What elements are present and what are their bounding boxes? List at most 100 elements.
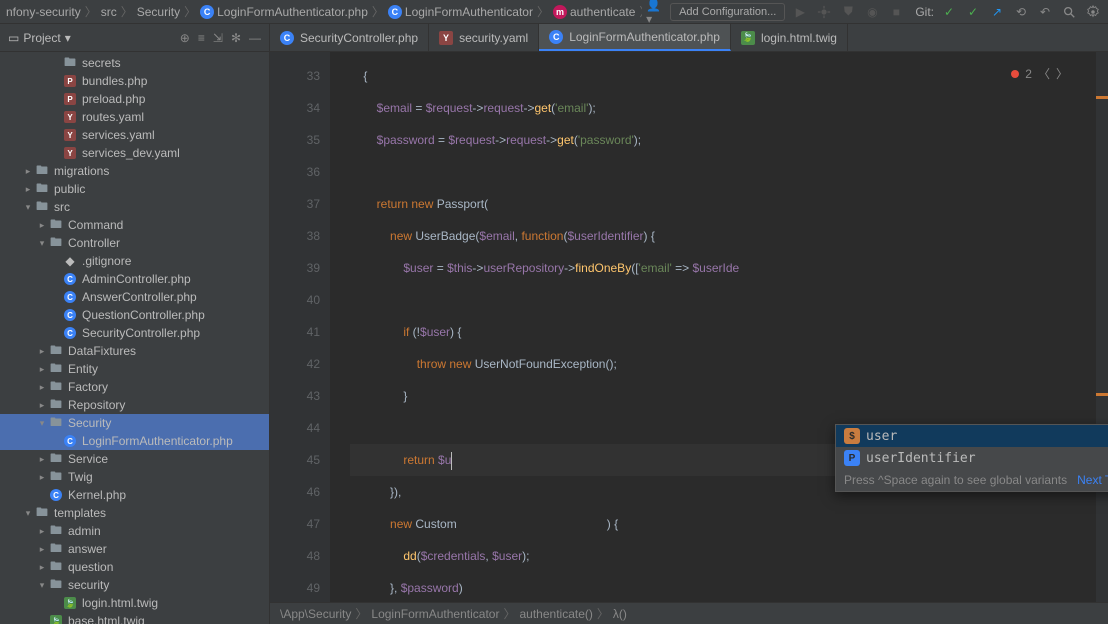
- tree-item[interactable]: ▸🖿Service: [0, 450, 269, 468]
- completion-name: user: [866, 429, 897, 444]
- tree-label: secrets: [82, 56, 121, 70]
- tree-item[interactable]: Ppreload.php: [0, 90, 269, 108]
- tree-item[interactable]: ▸🖿question: [0, 558, 269, 576]
- editor-tab[interactable]: Ysecurity.yaml: [429, 24, 539, 51]
- tree-item[interactable]: CQuestionController.php: [0, 306, 269, 324]
- line-number: 46: [270, 476, 320, 508]
- tree-item[interactable]: CKernel.php: [0, 486, 269, 504]
- sidebar-title[interactable]: ▭ Project ▾: [8, 31, 71, 45]
- settings-icon[interactable]: ✻: [231, 31, 241, 45]
- chevron-icon: ▸: [36, 454, 48, 465]
- project-tree[interactable]: 🖿secretsPbundles.phpPpreload.phpYroutes.…: [0, 52, 269, 624]
- tree-item[interactable]: ▸🖿answer: [0, 540, 269, 558]
- tree-item[interactable]: CLoginFormAuthenticator.php: [0, 432, 269, 450]
- twig-icon: 🍃: [50, 615, 62, 624]
- tree-item[interactable]: ▾🖿src: [0, 198, 269, 216]
- tree-label: LoginFormAuthenticator.php: [82, 434, 233, 448]
- user-icon[interactable]: 👤▾: [646, 3, 664, 21]
- tree-item[interactable]: ▸🖿admin: [0, 522, 269, 540]
- crumb[interactable]: Security: [137, 5, 180, 19]
- tree-item[interactable]: Yservices.yaml: [0, 126, 269, 144]
- tree-item[interactable]: 🖿secrets: [0, 54, 269, 72]
- tree-item[interactable]: 🍃base.html.twig: [0, 612, 269, 624]
- folder-icon: 🖿: [48, 236, 64, 250]
- crumb[interactable]: LoginFormAuthenticator: [371, 607, 499, 621]
- profiler-icon[interactable]: ◉: [863, 3, 881, 21]
- crumb[interactable]: CLoginFormAuthenticator.php: [200, 5, 368, 19]
- update-icon[interactable]: ↗: [988, 3, 1006, 21]
- tree-label: question: [68, 560, 113, 574]
- tree-item[interactable]: CSecurityController.php: [0, 324, 269, 342]
- crumb[interactable]: λ(): [613, 607, 627, 621]
- tree-item[interactable]: Yroutes.yaml: [0, 108, 269, 126]
- php-file-icon: P: [64, 93, 76, 105]
- editor-tab[interactable]: CSecurityController.php: [270, 24, 429, 51]
- line-number: 35: [270, 124, 320, 156]
- code-completion-popup[interactable]: $userApp\Entity\User|nullPuserIdentifier…: [835, 424, 1108, 492]
- class-icon: C: [388, 5, 402, 19]
- prev-error-icon[interactable]: 〈: [1038, 58, 1050, 90]
- collapse-icon[interactable]: ⇲: [213, 31, 223, 45]
- php-class-icon: C: [64, 309, 76, 321]
- next-error-icon[interactable]: 〉: [1056, 58, 1068, 90]
- tree-item[interactable]: ◆.gitignore: [0, 252, 269, 270]
- php-class-icon: C: [50, 489, 62, 501]
- tree-label: templates: [54, 506, 106, 520]
- run-icon[interactable]: ▶: [791, 3, 809, 21]
- search-icon[interactable]: [1060, 3, 1078, 21]
- git-label: Git:: [915, 5, 934, 19]
- tree-item[interactable]: ▸🖿migrations: [0, 162, 269, 180]
- tree-item[interactable]: ▾🖿security: [0, 576, 269, 594]
- tree-item[interactable]: ▸🖿Twig: [0, 468, 269, 486]
- tree-item[interactable]: ▸🖿public: [0, 180, 269, 198]
- run-config-button[interactable]: Add Configuration...: [670, 3, 785, 21]
- coverage-icon[interactable]: ⛊: [839, 3, 857, 21]
- completion-item[interactable]: PuserIdentifier: [836, 447, 1108, 469]
- code-content[interactable]: { $email = $request->request->get('email…: [330, 52, 1108, 602]
- push-icon[interactable]: ✓: [964, 3, 982, 21]
- tree-item[interactable]: CAnswerController.php: [0, 288, 269, 306]
- tree-label: Command: [68, 218, 123, 232]
- revert-icon[interactable]: ↶: [1036, 3, 1054, 21]
- php-class-icon: C: [64, 273, 76, 285]
- crumb[interactable]: src: [101, 5, 117, 19]
- tree-item[interactable]: ▸🖿Repository: [0, 396, 269, 414]
- debug-icon[interactable]: [815, 3, 833, 21]
- hide-icon[interactable]: —: [249, 31, 261, 45]
- chevron-icon: ▾: [22, 508, 34, 519]
- crumb[interactable]: authenticate(): [519, 607, 592, 621]
- crumb[interactable]: \App\Security: [280, 607, 351, 621]
- stop-icon[interactable]: ■: [887, 3, 905, 21]
- tree-item[interactable]: ▸🖿Factory: [0, 378, 269, 396]
- completion-item[interactable]: $userApp\Entity\User|null: [836, 425, 1108, 447]
- chevron-icon: ▸: [36, 220, 48, 231]
- error-indicator[interactable]: 2 〈 〉: [1011, 58, 1068, 90]
- tree-item[interactable]: CAdminController.php: [0, 270, 269, 288]
- crumb[interactable]: nfony-security: [6, 5, 81, 19]
- tree-item[interactable]: ▸🖿Command: [0, 216, 269, 234]
- tab-label: SecurityController.php: [300, 31, 418, 45]
- tree-item[interactable]: 🍃login.html.twig: [0, 594, 269, 612]
- crumb[interactable]: mauthenticate: [553, 5, 635, 19]
- completion-hint: Press ^Space again to see global variant…: [836, 469, 1108, 491]
- tree-item[interactable]: ▸🖿DataFixtures: [0, 342, 269, 360]
- tree-item[interactable]: ▾🖿Controller: [0, 234, 269, 252]
- editor-tab[interactable]: 🍃login.html.twig: [731, 24, 848, 51]
- settings-icon[interactable]: [1084, 3, 1102, 21]
- target-icon[interactable]: ⊕: [180, 31, 190, 45]
- yaml-icon: Y: [64, 111, 76, 123]
- expand-icon[interactable]: ≡: [198, 31, 205, 45]
- tree-item[interactable]: ▾🖿Security: [0, 414, 269, 432]
- editor-tab[interactable]: CLoginFormAuthenticator.php: [539, 24, 731, 51]
- next-tip-link[interactable]: Next Tip: [1077, 473, 1108, 487]
- line-number: 49: [270, 572, 320, 602]
- minimap[interactable]: [1096, 52, 1108, 602]
- crumb[interactable]: CLoginFormAuthenticator: [388, 5, 533, 19]
- history-icon[interactable]: ⟲: [1012, 3, 1030, 21]
- tree-item[interactable]: Yservices_dev.yaml: [0, 144, 269, 162]
- commit-icon[interactable]: ✓: [940, 3, 958, 21]
- line-number: 48: [270, 540, 320, 572]
- tree-item[interactable]: ▾🖿templates: [0, 504, 269, 522]
- tree-item[interactable]: Pbundles.php: [0, 72, 269, 90]
- tree-item[interactable]: ▸🖿Entity: [0, 360, 269, 378]
